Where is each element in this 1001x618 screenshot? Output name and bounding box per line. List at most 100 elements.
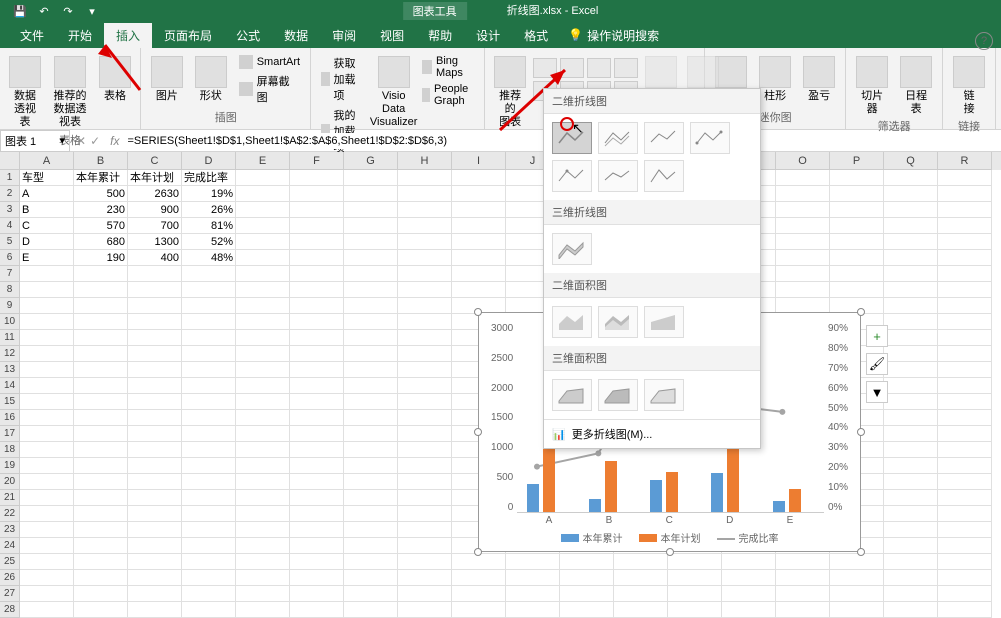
cell-M25[interactable] (668, 554, 722, 570)
cell-N25[interactable] (722, 554, 776, 570)
cell-B14[interactable] (74, 378, 128, 394)
cell-E21[interactable] (236, 490, 290, 506)
cell-G3[interactable] (344, 202, 398, 218)
row-header-27[interactable]: 27 (0, 586, 20, 602)
cell-D6[interactable]: 48% (182, 250, 236, 266)
row-header-1[interactable]: 1 (0, 170, 20, 186)
cell-G7[interactable] (344, 266, 398, 282)
cell-B6[interactable]: 190 (74, 250, 128, 266)
cell-B4[interactable]: 570 (74, 218, 128, 234)
my-addins-button[interactable]: 我的加载项 (317, 106, 369, 156)
cell-E10[interactable] (236, 314, 290, 330)
area-chart-type-3[interactable] (644, 306, 684, 338)
cell-A7[interactable] (20, 266, 74, 282)
cell-F11[interactable] (290, 330, 344, 346)
bar-series1-A[interactable] (527, 484, 539, 512)
bar-series2-D[interactable] (727, 438, 739, 512)
bar-series2-E[interactable] (789, 489, 801, 512)
cell-C28[interactable] (128, 602, 182, 618)
cell-C4[interactable]: 700 (128, 218, 182, 234)
cell-F16[interactable] (290, 410, 344, 426)
cell-D20[interactable] (182, 474, 236, 490)
cell-L27[interactable] (614, 586, 668, 602)
cell-B24[interactable] (74, 538, 128, 554)
cell-F3[interactable] (290, 202, 344, 218)
cell-F23[interactable] (290, 522, 344, 538)
cell-D13[interactable] (182, 362, 236, 378)
cell-L26[interactable] (614, 570, 668, 586)
help-icon[interactable]: ? (975, 32, 993, 50)
cell-D16[interactable] (182, 410, 236, 426)
tab-file[interactable]: 文件 (8, 23, 56, 48)
cell-Q25[interactable] (884, 554, 938, 570)
row-header-7[interactable]: 7 (0, 266, 20, 282)
cell-L25[interactable] (614, 554, 668, 570)
cell-O1[interactable] (776, 170, 830, 186)
col-header-B[interactable]: B (74, 152, 128, 170)
cell-G13[interactable] (344, 362, 398, 378)
cell-H8[interactable] (398, 282, 452, 298)
row-header-21[interactable]: 21 (0, 490, 20, 506)
cell-F24[interactable] (290, 538, 344, 554)
bar-series1-C[interactable] (650, 480, 662, 512)
cell-R6[interactable] (938, 250, 992, 266)
cell-O26[interactable] (776, 570, 830, 586)
cell-H28[interactable] (398, 602, 452, 618)
cell-B9[interactable] (74, 298, 128, 314)
cell-R16[interactable] (938, 410, 992, 426)
cell-C21[interactable] (128, 490, 182, 506)
cell-B2[interactable]: 500 (74, 186, 128, 202)
cell-M26[interactable] (668, 570, 722, 586)
cell-A3[interactable]: B (20, 202, 74, 218)
cell-G27[interactable] (344, 586, 398, 602)
cell-R20[interactable] (938, 474, 992, 490)
cell-H21[interactable] (398, 490, 452, 506)
cell-H15[interactable] (398, 394, 452, 410)
recommended-pivot-button[interactable]: 推荐的 数据透视表 (48, 54, 92, 132)
cell-F9[interactable] (290, 298, 344, 314)
cell-B17[interactable] (74, 426, 128, 442)
cell-C19[interactable] (128, 458, 182, 474)
cell-N28[interactable] (722, 602, 776, 618)
line-chart-type-4[interactable] (690, 122, 730, 154)
cell-E9[interactable] (236, 298, 290, 314)
cell-G12[interactable] (344, 346, 398, 362)
cell-Q8[interactable] (884, 282, 938, 298)
cell-A13[interactable] (20, 362, 74, 378)
tab-home[interactable]: 开始 (56, 23, 104, 48)
cell-Q9[interactable] (884, 298, 938, 314)
cell-B1[interactable]: 本年累计 (74, 170, 128, 186)
cell-G14[interactable] (344, 378, 398, 394)
cell-J25[interactable] (506, 554, 560, 570)
cell-R24[interactable] (938, 538, 992, 554)
3d-line-chart-type-1[interactable] (552, 233, 592, 265)
row-header-22[interactable]: 22 (0, 506, 20, 522)
cell-B10[interactable] (74, 314, 128, 330)
cell-A18[interactable] (20, 442, 74, 458)
cell-O6[interactable] (776, 250, 830, 266)
cell-H4[interactable] (398, 218, 452, 234)
cell-E1[interactable] (236, 170, 290, 186)
cell-D24[interactable] (182, 538, 236, 554)
cell-Q28[interactable] (884, 602, 938, 618)
row-header-11[interactable]: 11 (0, 330, 20, 346)
column-chart-button[interactable] (533, 58, 557, 78)
cell-J28[interactable] (506, 602, 560, 618)
cell-A8[interactable] (20, 282, 74, 298)
cell-A28[interactable] (20, 602, 74, 618)
cell-K25[interactable] (560, 554, 614, 570)
cell-Q5[interactable] (884, 234, 938, 250)
cell-H3[interactable] (398, 202, 452, 218)
cell-B21[interactable] (74, 490, 128, 506)
cell-R26[interactable] (938, 570, 992, 586)
col-header-G[interactable]: G (344, 152, 398, 170)
cell-Q15[interactable] (884, 394, 938, 410)
tab-design[interactable]: 设计 (464, 23, 512, 48)
cell-K27[interactable] (560, 586, 614, 602)
cell-Q27[interactable] (884, 586, 938, 602)
cell-F22[interactable] (290, 506, 344, 522)
cell-A24[interactable] (20, 538, 74, 554)
tab-view[interactable]: 视图 (368, 23, 416, 48)
chart-styles-button[interactable]: 🖌 (866, 353, 888, 375)
cell-B18[interactable] (74, 442, 128, 458)
